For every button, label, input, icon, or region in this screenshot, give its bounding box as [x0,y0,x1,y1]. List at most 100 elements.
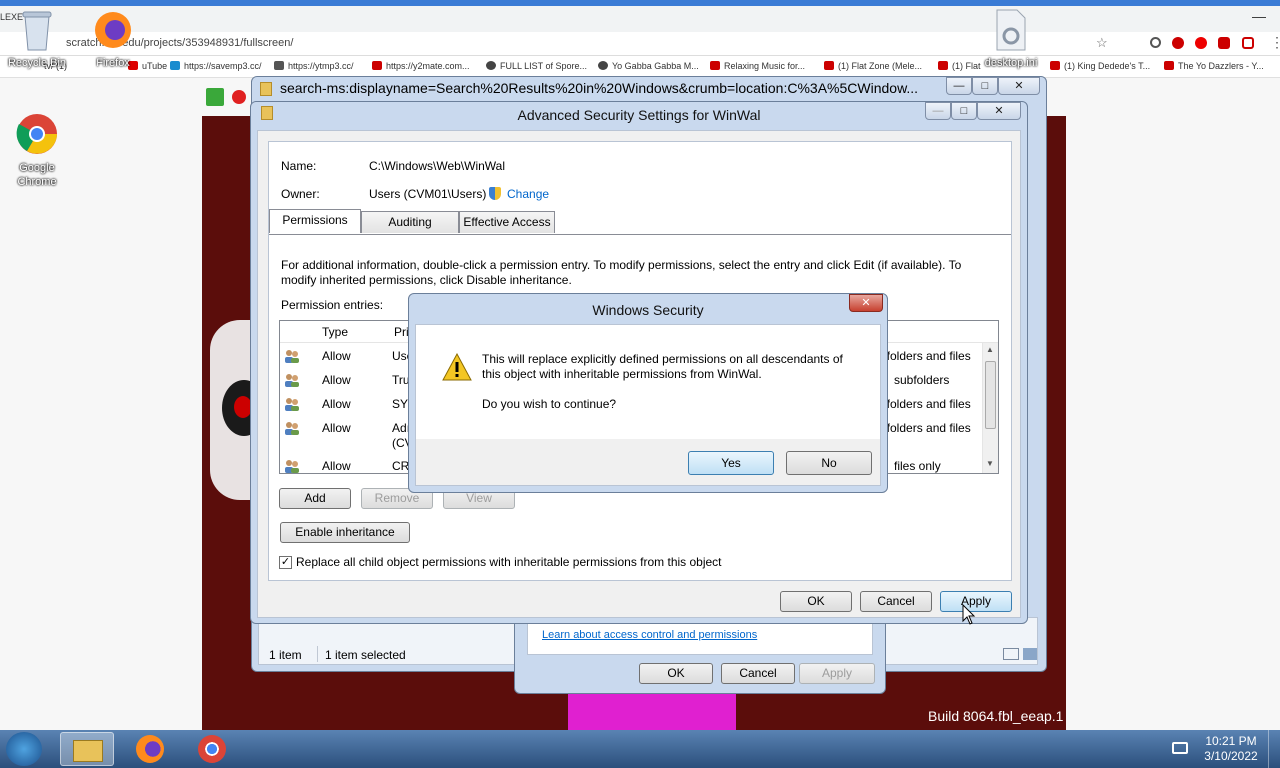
access-control-link[interactable]: Learn about access control and permissio… [542,629,757,641]
desktop-icon-label: desktop.ini [984,57,1038,69]
column-header-principal[interactable]: Pri [394,325,409,339]
uac-shield-icon [489,187,501,200]
desktop-exe-label: LEXE [0,12,24,22]
replace-permissions-checkbox[interactable]: ✓ [279,556,292,569]
ok-button[interactable]: OK [639,663,713,684]
cancel-button[interactable]: Cancel [860,591,932,612]
bookmark-item[interactable]: https://y2mate.com... [372,61,470,71]
green-flag-icon[interactable] [206,88,224,106]
taskbar-explorer[interactable] [60,732,114,766]
show-desktop-button[interactable] [1268,730,1280,768]
menu-icon[interactable]: ⋮ [1270,34,1280,51]
info-text: For additional information, double-click… [281,258,1001,288]
maximize-button[interactable]: □ [972,77,998,95]
bookmark-item[interactable]: (1) King Dedede's T... [1050,61,1150,71]
bookmark-item[interactable]: (1) Flat Zone (Mele... [824,61,922,71]
bookmark-icon [598,61,608,70]
tab-auditing[interactable]: Auditing [361,211,459,233]
permission-entries-label: Permission entries: [281,298,384,312]
column-header-type[interactable]: Type [322,325,348,339]
change-owner-link[interactable]: Change [507,187,549,201]
scroll-up-icon[interactable]: ▲ [986,345,994,354]
taskbar-chrome[interactable] [186,732,240,766]
tab-permissions[interactable]: Permissions [269,209,361,233]
users-icon [285,398,299,411]
apply-button[interactable]: Apply [799,663,875,684]
desktop-icon-label: Firefox [96,57,130,69]
desktop-icon-desktop-ini[interactable]: desktop.ini [966,8,1056,69]
youtube-icon [1164,61,1174,70]
clock-time: 10:21 PM [1205,734,1257,748]
apply-button[interactable]: Apply [940,591,1012,612]
desktop-icon-chrome[interactable]: Google Chrome [4,112,70,189]
extension-icon[interactable] [1150,37,1161,48]
address-bar[interactable]: scratch.mit.edu/projects/353948931/fulls… [0,32,1280,56]
network-icon[interactable] [1172,742,1188,754]
browser-tab-bar: — [0,6,1280,32]
build-label: Build 8064.fbl_eeap.1 [928,708,1064,724]
dialog-message-area: This will replace explicitly defined per… [416,325,880,439]
ok-button[interactable]: OK [780,591,852,612]
minimize-button[interactable]: — [925,102,951,120]
folder-icon [73,740,103,762]
cancel-button[interactable]: Cancel [721,663,795,684]
bookmark-item[interactable]: The Yo Dazzlers - Y... [1164,61,1264,71]
taskbar-firefox[interactable] [124,732,178,766]
bookmark-icon [486,61,496,70]
tab-strip: Permissions Auditing Effective Access [269,209,1011,235]
details-view-icon[interactable] [1003,648,1019,660]
users-icon [285,374,299,387]
settings-file-icon [996,9,1026,51]
stop-icon[interactable] [232,90,246,104]
close-button[interactable]: ✕ [849,294,883,312]
bookmark-item[interactable]: Yo Gabba Gabba M... [598,61,699,71]
opera-icon[interactable] [1195,37,1207,49]
star-icon[interactable]: ☆ [1096,35,1108,51]
dialog-body: This will replace explicitly defined per… [415,324,881,486]
tiles-view-icon[interactable] [1023,648,1037,660]
add-button[interactable]: Add [279,488,351,509]
properties-panel: Learn about access control and permissio… [527,623,873,655]
clock-date: 3/10/2022 [1204,749,1258,763]
vertical-scrollbar[interactable]: ▲ ▼ [982,343,998,473]
maximize-button[interactable]: □ [951,102,977,120]
bookmark-item[interactable]: https://ytmp3.cc/ [274,61,354,71]
start-button[interactable] [6,732,42,766]
extension-icon[interactable] [1242,37,1254,49]
bookmark-item[interactable]: FULL LIST of Spore... [486,61,587,71]
bookmark-icon [372,61,382,70]
firefox-icon [136,735,164,763]
enable-inheritance-button[interactable]: Enable inheritance [280,522,410,543]
status-selected: 1 item selected [325,648,406,662]
tab-effective-access[interactable]: Effective Access [459,211,555,233]
desktop-icon-firefox[interactable]: Firefox [80,8,146,69]
yes-button[interactable]: Yes [688,451,774,475]
status-item-count: 1 item [269,648,302,662]
clock[interactable]: 10:21 PM 3/10/2022 [1196,734,1266,764]
name-label: Name: [281,159,317,173]
extension-icon[interactable] [1172,37,1184,49]
close-button[interactable]: ✕ [977,102,1021,120]
dialog-title: Windows Security [592,302,704,318]
cursor-icon [962,604,976,625]
youtube-icon [938,61,948,70]
owner-label: Owner: [281,187,320,201]
scrollbar-thumb[interactable] [985,361,996,429]
bookmark-icon [274,61,284,70]
minimize-button[interactable]: — [946,77,972,95]
no-button[interactable]: No [786,451,872,475]
tab-divider [269,234,1011,235]
dialog-question: Do you wish to continue? [482,397,617,411]
close-button[interactable]: ✕ [998,77,1040,95]
folder-icon [260,82,272,96]
scroll-down-icon[interactable]: ▼ [986,459,994,468]
owner-value: Users (CVM01\Users) [369,187,487,201]
bookmark-item[interactable]: Relaxing Music for... [710,61,805,71]
desktop-icon-label: Recycle Bin [7,57,67,69]
extension-icon[interactable] [1218,37,1230,49]
windows-security-dialog[interactable]: Windows Security ✕ This will replace exp… [408,293,888,493]
minimize-icon[interactable]: — [1252,8,1266,24]
firefox-icon [95,12,131,48]
bookmark-item[interactable]: https://savemp3.cc/ [170,61,262,71]
status-divider [317,646,318,662]
